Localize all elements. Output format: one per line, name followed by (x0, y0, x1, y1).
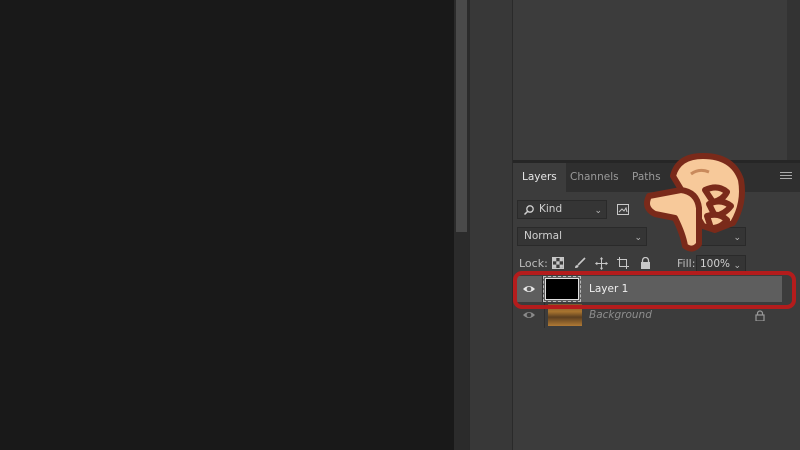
chevron-down-icon: ⌄ (594, 206, 602, 216)
search-icon (523, 205, 534, 216)
eye-icon[interactable] (522, 308, 536, 322)
image-filter-icon[interactable] (615, 201, 631, 217)
fill-label: Fill: (677, 257, 696, 270)
lock-position-move-icon[interactable] (593, 255, 609, 271)
blend-mode-value: Normal (524, 230, 562, 242)
filter-kind-label: Kind (539, 203, 563, 215)
layer-thumbnail-image[interactable] (548, 304, 582, 326)
pointing-hand-icon (644, 153, 745, 252)
layer-name[interactable]: Background (589, 302, 652, 328)
layer-row-layer-1[interactable]: Layer 1 (517, 276, 782, 302)
layer-row-background[interactable]: Background (513, 302, 800, 328)
chevron-down-icon: ⌄ (733, 261, 741, 271)
panel-dock-gutter (469, 0, 513, 450)
lock-icon (755, 310, 765, 321)
upper-panel (513, 0, 800, 160)
layer-name[interactable]: Layer 1 (589, 276, 628, 302)
blend-mode-dropdown[interactable]: Normal ⌄ (517, 227, 647, 246)
tab-channels[interactable]: Channels (561, 163, 628, 192)
document-canvas-area[interactable] (0, 0, 454, 450)
lock-image-pixels-brush-icon[interactable] (572, 255, 588, 271)
fill-value: 100% (700, 258, 731, 270)
scrollbar-thumb[interactable] (456, 0, 467, 232)
canvas-vertical-scrollbar[interactable] (454, 0, 469, 450)
visibility-separator (544, 302, 545, 328)
upper-panel-scrollbar[interactable] (787, 0, 800, 160)
tab-layers[interactable]: Layers (513, 163, 566, 192)
eye-icon[interactable] (522, 282, 536, 296)
panel-menu-icon[interactable] (780, 172, 792, 182)
lock-transparent-pixels-icon[interactable] (550, 255, 566, 271)
visibility-separator (542, 276, 543, 302)
lock-label: Lock: (519, 257, 548, 270)
lock-artboard-icon[interactable] (615, 255, 631, 271)
filter-kind-dropdown[interactable]: Kind ⌄ (517, 200, 607, 219)
layer-thumbnail-black[interactable] (543, 276, 581, 302)
